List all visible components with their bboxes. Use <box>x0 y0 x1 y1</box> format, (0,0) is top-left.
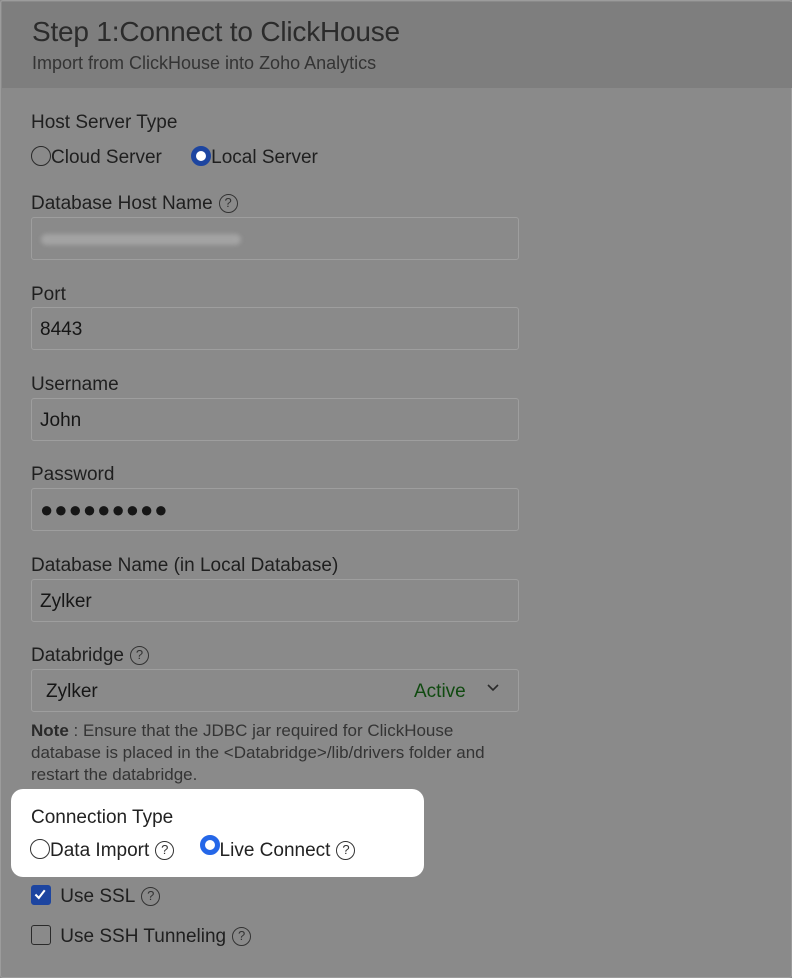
database-host-help-icon[interactable]: ? <box>218 194 238 213</box>
live-connect-label: Live Connect <box>219 840 331 861</box>
data-import-label: Data Import <box>50 840 150 861</box>
database-name-label: Database Name (in Local Database) <box>31 555 339 576</box>
use-ssh-checkbox[interactable] <box>31 925 51 945</box>
use-ssh-label: Use SSH Tunneling <box>60 926 227 947</box>
username-input[interactable]: John <box>31 398 519 441</box>
cloud-server-radio[interactable] <box>31 146 51 166</box>
host-server-type-group: Cloud Server Local Server <box>31 146 318 169</box>
connection-type-label: Connection Type <box>31 807 174 828</box>
local-server-label: Local Server <box>211 147 318 168</box>
use-ssl-row[interactable]: Use SSL? <box>31 885 161 908</box>
use-ssl-checkbox[interactable] <box>31 885 51 905</box>
database-name-input[interactable]: Zylker <box>31 579 519 622</box>
port-label: Port <box>31 284 66 305</box>
chevron-down-icon <box>487 684 499 692</box>
cloud-server-label: Cloud Server <box>51 147 162 168</box>
port-input[interactable]: 8443 <box>31 307 519 350</box>
cloud-server-option[interactable]: Cloud Server <box>31 146 162 169</box>
password-mask: ●●●●●●●●● <box>40 497 169 522</box>
databridge-label-text: Databridge <box>31 645 124 666</box>
username-label: Username <box>31 374 119 395</box>
data-import-option[interactable]: Data Import? <box>30 839 175 862</box>
page-subtitle: Import from ClickHouse into Zoho Analyti… <box>32 53 377 73</box>
connect-form-window: Step 1:Connect to ClickHouse Import from… <box>0 0 792 978</box>
databridge-select[interactable]: Zylker Active <box>31 669 519 712</box>
live-connect-radio[interactable] <box>199 835 220 855</box>
note-text: : Ensure that the JDBC jar required for … <box>31 721 485 784</box>
live-connect-option[interactable]: Live Connect? <box>199 835 356 861</box>
data-import-radio[interactable] <box>30 839 50 859</box>
database-host-label: Database Host Name? <box>31 193 238 215</box>
use-ssh-row[interactable]: Use SSH Tunneling? <box>31 925 252 948</box>
password-label: Password <box>31 464 115 485</box>
database-host-input[interactable] <box>31 217 519 260</box>
connection-type-group: Data Import? Live Connect? <box>30 835 356 862</box>
databridge-selected-value: Zylker <box>46 681 98 702</box>
databridge-help-icon[interactable]: ? <box>129 646 149 665</box>
databridge-note: Note : Ensure that the JDBC jar required… <box>31 720 511 786</box>
form-header: Step 1:Connect to ClickHouse Import from… <box>2 2 792 88</box>
redacted-host-value <box>41 234 241 245</box>
live-connect-help-icon[interactable]: ? <box>336 841 356 860</box>
use-ssl-label: Use SSL <box>60 886 136 907</box>
connection-type-highlight: Connection Type Data Import? Live Connec… <box>11 789 424 877</box>
databridge-label: Databridge? <box>31 645 149 667</box>
use-ssl-help-icon[interactable]: ? <box>141 887 161 906</box>
local-server-option[interactable]: Local Server <box>191 146 318 169</box>
local-server-radio[interactable] <box>191 146 212 166</box>
password-input[interactable]: ●●●●●●●●● <box>31 488 519 531</box>
use-ssh-help-icon[interactable]: ? <box>232 927 252 946</box>
database-host-label-text: Database Host Name <box>31 193 213 214</box>
checkmark-icon <box>34 889 46 900</box>
note-prefix: Note <box>31 721 69 740</box>
host-server-type-label: Host Server Type <box>31 112 178 133</box>
databridge-status-badge: Active <box>414 681 466 702</box>
data-import-help-icon[interactable]: ? <box>155 841 175 860</box>
page-title: Step 1:Connect to ClickHouse <box>32 16 400 47</box>
